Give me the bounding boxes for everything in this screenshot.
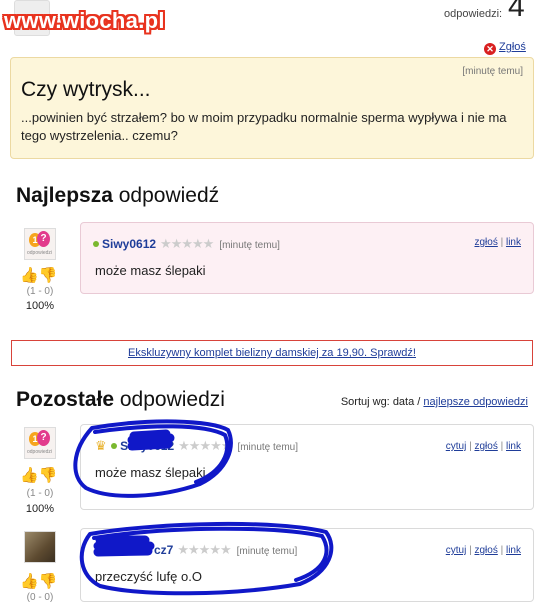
username-redaction-scribble (127, 429, 175, 451)
username-redaction-scribble (93, 535, 155, 557)
circle-scribble-2 (79, 521, 334, 596)
scribble-overlay (73, 419, 334, 596)
